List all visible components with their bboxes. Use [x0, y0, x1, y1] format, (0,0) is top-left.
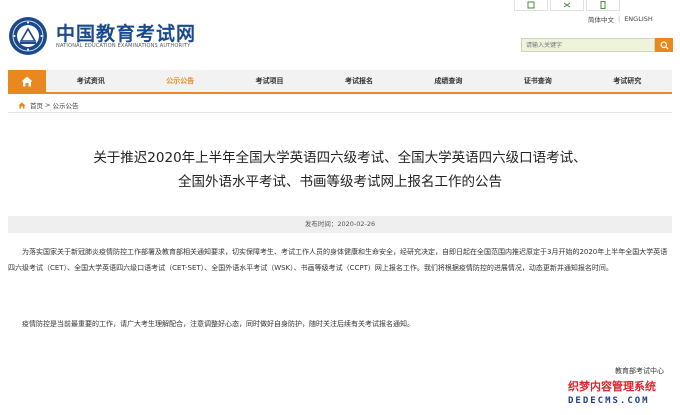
share-icon [527, 1, 535, 9]
nav-item-registration[interactable]: 考试报名 [314, 70, 403, 92]
wechat-button[interactable] [550, 0, 584, 11]
search-box [521, 38, 673, 52]
article-title-line-1: 关于推迟2020年上半年全国大学英语四六级考试、全国大学英语四六级口语考试、 [93, 150, 587, 166]
breadcrumb-divider [8, 112, 672, 113]
breadcrumb-current[interactable]: 公示公告 [52, 100, 78, 110]
main-nav: 考试资讯 公示公告 考试项目 考试报名 成绩查询 证书查询 考试研究 [8, 70, 672, 94]
language-switch: 简体中文 | ENGLISH [588, 14, 653, 24]
expand-icon [563, 2, 571, 8]
watermark-en: DEDECMS.COM [568, 396, 650, 406]
article-title-line-2: 全国外语水平考试、书画等级考试网上报名工作的公告 [178, 174, 502, 190]
home-icon [21, 76, 33, 86]
lang-english-link[interactable]: ENGLISH [624, 15, 653, 23]
search-input[interactable] [521, 38, 655, 52]
nav-item-certificate-query[interactable]: 证书查询 [493, 70, 582, 92]
nav-item-exam-projects[interactable]: 考试项目 [225, 70, 314, 92]
mobile-button[interactable] [586, 0, 620, 11]
nav-item-exam-research[interactable]: 考试研究 [583, 70, 672, 92]
breadcrumb: 首页 > 公示公告 [18, 100, 78, 110]
weibo-button[interactable] [514, 0, 548, 11]
nav-item-announcements[interactable]: 公示公告 [135, 70, 224, 92]
publish-date: 发布时间：2020-02-26 [8, 216, 672, 233]
lang-chinese-link[interactable]: 简体中文 [588, 14, 614, 24]
lang-separator: | [618, 15, 621, 23]
search-icon [659, 40, 669, 50]
breadcrumb-separator: > [45, 101, 51, 109]
site-subtitle: NATIONAL EDUCATION EXAMINATIONS AUTHORIT… [56, 43, 191, 49]
article-signature: 教育部考试中心 [615, 367, 664, 375]
article-title: 关于推迟2020年上半年全国大学英语四六级考试、全国大学英语四六级口语考试、 全… [30, 146, 650, 194]
article-paragraph-2: 疫情防控是当前最重要的工作，请广大考生理解配合，注意调整好心态，同时做好自身防护… [22, 320, 414, 328]
nav-home-button[interactable] [8, 70, 46, 92]
mobile-icon [600, 1, 606, 9]
nav-item-score-query[interactable]: 成绩查询 [404, 70, 493, 92]
search-button[interactable] [655, 38, 673, 52]
nav-item-exam-news[interactable]: 考试资讯 [46, 70, 135, 92]
breadcrumb-home-link[interactable]: 首页 [30, 100, 43, 110]
site-title[interactable]: 中国教育考试网 [56, 19, 196, 46]
neea-logo-icon[interactable] [8, 16, 48, 56]
watermark: 织梦内容管理系统 DEDECMS.COM [568, 378, 680, 415]
article-paragraph-1: 为落实国家关于新冠肺炎疫情防控工作部署及教育部相关通知要求，切实保障考生、考试工… [8, 248, 668, 272]
home-icon [18, 101, 26, 109]
top-tools [514, 0, 680, 12]
watermark-cn: 织梦内容管理系统 [568, 380, 656, 393]
